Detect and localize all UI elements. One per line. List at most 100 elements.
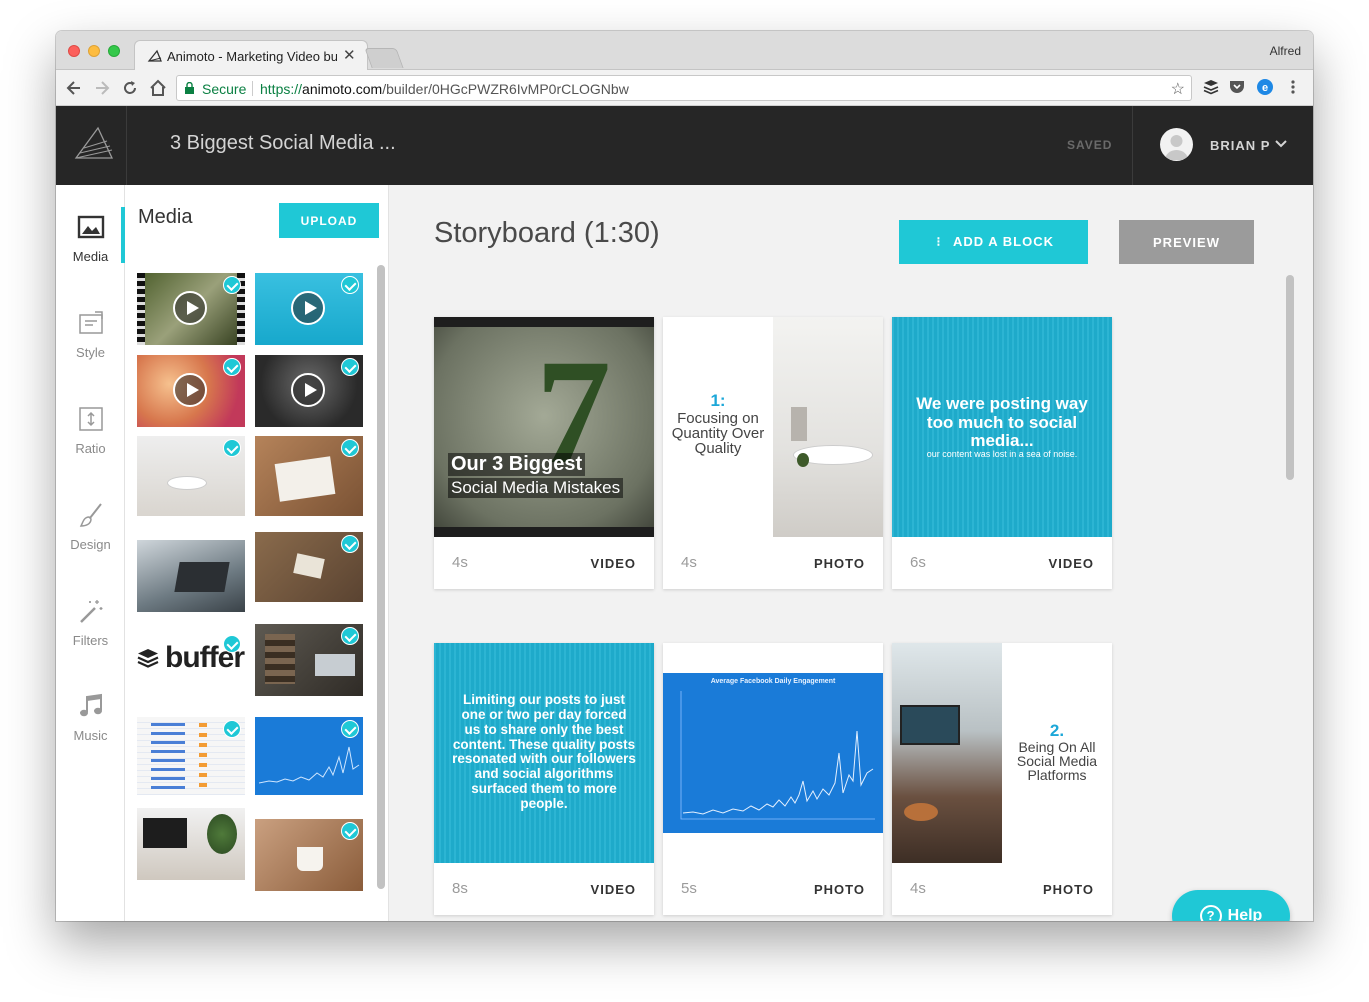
extension-e-icon[interactable]: e — [1256, 78, 1274, 96]
selected-check-icon[interactable] — [341, 720, 359, 738]
animoto-logo-icon[interactable] — [72, 124, 116, 164]
block-photo — [773, 317, 883, 537]
reload-icon[interactable] — [120, 78, 140, 98]
play-icon[interactable] — [291, 373, 325, 407]
storyboard-block[interactable]: Limiting our posts to just one or two pe… — [434, 643, 654, 915]
block-type: PHOTO — [814, 882, 865, 897]
storyboard-block[interactable]: 2. Being On All Social Media Platforms 4… — [892, 643, 1112, 915]
play-icon[interactable] — [173, 373, 207, 407]
buffer-extension-icon[interactable] — [1202, 78, 1220, 96]
rail-item-style[interactable]: Style — [56, 309, 125, 389]
preview-button[interactable]: PREVIEW — [1119, 220, 1254, 264]
rail-item-media[interactable]: Media — [56, 213, 125, 293]
storyboard-block[interactable]: 1: Focusing on Quantity Over Quality 4s … — [663, 317, 883, 589]
url-path: /builder/0HGcPWZR6IvMP0rCLOGNbw — [382, 81, 629, 97]
selected-check-icon[interactable] — [341, 822, 359, 840]
play-icon[interactable] — [173, 291, 207, 325]
tab-close-icon[interactable]: ✕ — [343, 46, 356, 64]
spreadsheet-highlights — [199, 723, 207, 789]
forward-arrow-icon[interactable] — [92, 78, 112, 98]
home-icon[interactable] — [148, 78, 168, 98]
left-rail: Media Style Ratio Design Filters Music — [56, 185, 125, 921]
media-thumb-photo[interactable] — [137, 808, 245, 880]
user-name[interactable]: BRIAN P — [1210, 138, 1270, 153]
media-thumb-video[interactable] — [255, 355, 363, 427]
help-button[interactable]: ? Help — [1172, 890, 1290, 921]
selected-check-icon[interactable] — [341, 276, 359, 294]
block-duration: 6s — [910, 554, 926, 571]
rail-item-ratio[interactable]: Ratio — [56, 405, 125, 485]
rail-item-design[interactable]: Design — [56, 501, 125, 581]
browser-menu-icon[interactable] — [1284, 78, 1302, 96]
browser-toolbar: Secure https://animoto.com/builder/0HGcP… — [56, 70, 1313, 106]
selected-check-icon[interactable] — [341, 535, 359, 553]
media-thumb-video[interactable] — [137, 273, 245, 345]
rail-item-filters[interactable]: Filters — [56, 597, 125, 677]
bookmark-star-icon[interactable]: ☆ — [1171, 79, 1185, 99]
address-bar[interactable]: Secure https://animoto.com/builder/0HGcP… — [176, 75, 1192, 101]
minimize-window-button[interactable] — [88, 45, 100, 57]
block-type: VIDEO — [590, 882, 636, 897]
pocket-extension-icon[interactable] — [1228, 78, 1246, 96]
plus-icon: ⁝ — [936, 234, 942, 249]
upload-button[interactable]: UPLOAD — [279, 203, 379, 238]
close-window-button[interactable] — [68, 45, 80, 57]
url-domain: animoto.com — [302, 81, 383, 97]
block-thumbnail: 2. Being On All Social Media Platforms — [892, 643, 1112, 863]
media-thumb-photo[interactable] — [255, 436, 363, 516]
lock-icon — [185, 82, 194, 94]
storyboard-block[interactable]: Average Facebook Daily Engagement 5s PHO… — [663, 643, 883, 915]
selected-check-icon[interactable] — [223, 720, 241, 738]
project-title[interactable]: 3 Biggest Social Media ... — [170, 132, 396, 155]
selected-check-icon[interactable] — [341, 439, 359, 457]
media-thumb-logo[interactable]: buffer — [137, 625, 245, 697]
block-type: VIDEO — [1048, 556, 1094, 571]
media-thumb-video[interactable] — [255, 273, 363, 345]
block-thumbnail: Limiting our posts to just one or two pe… — [434, 643, 654, 863]
selected-check-icon[interactable] — [223, 635, 241, 653]
zoom-window-button[interactable] — [108, 45, 120, 57]
rail-item-music[interactable]: Music — [56, 692, 125, 772]
block-type: PHOTO — [1043, 882, 1094, 897]
selected-check-icon[interactable] — [223, 276, 241, 294]
image-icon — [77, 215, 105, 239]
block-duration: 5s — [681, 880, 697, 897]
storyboard-block[interactable]: We were posting way too much to social m… — [892, 317, 1112, 589]
storyboard-block[interactable]: 7 Our 3 Biggest Social Media Mistakes 4s… — [434, 317, 654, 589]
media-scrollbar[interactable] — [377, 265, 385, 889]
selected-check-icon[interactable] — [341, 358, 359, 376]
block-text: Being On All Social Media Platforms — [1016, 739, 1098, 783]
selected-check-icon[interactable] — [223, 439, 241, 457]
block-type: PHOTO — [814, 556, 865, 571]
browser-profile-name[interactable]: Alfred — [1270, 44, 1301, 58]
media-thumb-photo[interactable] — [255, 819, 363, 891]
help-question-icon: ? — [1199, 905, 1222, 921]
url-separator — [252, 81, 253, 96]
avatar[interactable] — [1160, 128, 1193, 161]
block-duration: 4s — [452, 554, 468, 571]
media-thumb-chart[interactable] — [255, 717, 363, 795]
media-thumb-photo[interactable] — [255, 532, 363, 602]
brush-icon — [79, 503, 102, 527]
back-arrow-icon[interactable] — [64, 78, 84, 98]
selected-check-icon[interactable] — [341, 627, 359, 645]
film-strip — [137, 273, 145, 345]
media-panel: Media UPLOAD buffer — [125, 185, 389, 921]
add-block-button[interactable]: ⁝ ADD A BLOCK — [899, 220, 1088, 264]
chevron-down-icon[interactable] — [1274, 137, 1288, 151]
selected-check-icon[interactable] — [223, 358, 241, 376]
media-thumb-photo[interactable] — [137, 436, 245, 516]
media-thumb-photo[interactable] — [137, 540, 245, 612]
media-thumb-spreadsheet[interactable] — [137, 717, 245, 795]
media-thumb-video[interactable] — [137, 355, 245, 427]
media-thumb-photo[interactable] — [255, 624, 363, 696]
add-block-label: ADD A BLOCK — [952, 234, 1055, 249]
play-icon[interactable] — [291, 291, 325, 325]
rail-label-ratio: Ratio — [75, 441, 106, 456]
notebook-shape — [274, 456, 336, 502]
tab-title: Animoto - Marketing Video bui — [167, 49, 337, 64]
animoto-favicon-icon — [147, 49, 162, 62]
storyboard-scrollbar[interactable] — [1286, 275, 1294, 480]
browser-tab[interactable]: Animoto - Marketing Video bui ✕ — [134, 40, 368, 70]
new-tab-button[interactable] — [364, 48, 404, 68]
